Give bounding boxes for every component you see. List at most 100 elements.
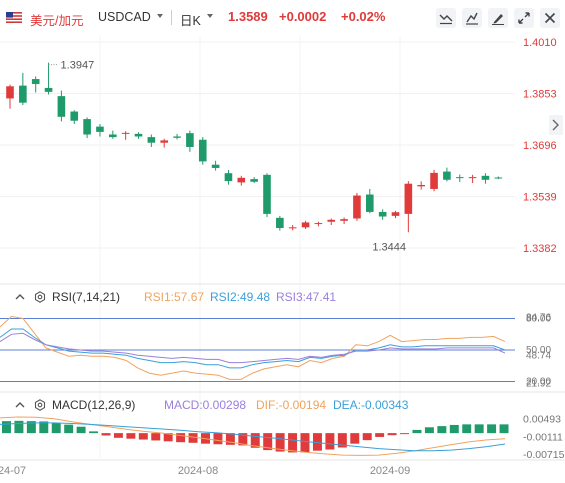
time-axis: 24-07 2024-08 2024-09 [0, 465, 410, 477]
rsi-tick-label: 84.76 [526, 313, 551, 324]
candle-body [57, 96, 66, 117]
candle-body [186, 133, 194, 147]
macd-histogram-bar [474, 424, 484, 434]
macd-histogram-bar [325, 433, 335, 450]
collapse-icon[interactable] [14, 399, 26, 411]
rsi-panel: 80.0084.7650.0048.7420.0021.92 [0, 313, 551, 389]
scroll-right-button[interactable] [549, 115, 563, 135]
rsi-tick-label: 48.74 [526, 350, 551, 361]
price-axis: 1.4010 1.3853 1.3696 1.3539 1.3382 [523, 37, 557, 255]
candle-body [301, 222, 310, 228]
macd-histogram-bar [14, 420, 24, 434]
candle-body [19, 85, 27, 103]
low-label: 1.3444 [372, 241, 406, 253]
candle-body [198, 139, 207, 162]
rsi3-value: RSI3:47.41 [276, 290, 337, 304]
high-label: 1.3947 [61, 60, 95, 72]
candle-body [327, 219, 336, 222]
macd-histogram-bar [138, 433, 148, 440]
macd-histogram-bar [101, 433, 111, 436]
macd-histogram-bar [213, 433, 223, 445]
price-annotations: 1.3947 1.3444 [48, 60, 406, 253]
candle-body [83, 119, 91, 135]
macd-tick-label: 0.00493 [523, 414, 561, 426]
macd-histogram-bar [424, 427, 434, 434]
candle-body [109, 134, 117, 138]
macd-histogram-bar [64, 424, 74, 434]
macd-histogram-bar [151, 433, 161, 441]
macd-histogram-bar [362, 433, 372, 441]
rsi2-value: RSI2:49.48 [210, 290, 271, 304]
macd-histogram-bar [437, 426, 447, 434]
candle-body [366, 194, 374, 212]
candle-body [276, 217, 284, 228]
candle-body [468, 177, 477, 179]
candle-body [494, 177, 503, 179]
macd-histogram-bar [487, 424, 497, 434]
candle-body [160, 140, 168, 143]
price-tick-label: 1.4010 [523, 37, 557, 49]
rsi-tick-label: 21.92 [526, 378, 551, 389]
candle-body [430, 172, 438, 189]
price-tick-label: 1.3696 [523, 140, 557, 152]
candle-body [353, 195, 361, 219]
candle-body [224, 173, 233, 182]
settings-icon[interactable] [34, 399, 46, 411]
macd-histogram-bar [76, 426, 86, 434]
price-tick-label: 1.3539 [523, 192, 557, 204]
macd-histogram-bar [288, 433, 298, 453]
candle-body [70, 111, 79, 121]
candlestick-series [6, 62, 503, 233]
candle-body [237, 177, 246, 183]
time-tick-label: 24-07 [0, 465, 26, 477]
macd-histogram-bar [350, 433, 360, 444]
macd-histogram-bar [300, 433, 310, 453]
candle-body [288, 227, 297, 229]
candle-body [211, 164, 220, 168]
macd-histogram-bar [412, 429, 422, 434]
macd-histogram-bar [499, 424, 509, 434]
macd-histogram-bar [126, 433, 136, 439]
macd-tick-label: -0.00715 [523, 449, 565, 461]
macd-histogram-bar [113, 433, 123, 438]
macd-histogram-bar [375, 433, 385, 437]
candle-body [340, 219, 348, 221]
time-tick-label: 2024-08 [178, 465, 218, 477]
candle-body [443, 171, 451, 180]
candle-body [134, 133, 143, 137]
macd-histogram-bar [2, 421, 11, 434]
macd-histogram-bar [89, 431, 99, 434]
dif-value: DIF:-0.00194 [256, 398, 327, 412]
macd-histogram-bar [400, 433, 410, 435]
candle-body [417, 185, 425, 187]
rsi-title: RSI(7,14,21) [52, 290, 121, 304]
time-tick-label: 2024-09 [370, 465, 410, 477]
candle-body [6, 86, 14, 99]
candle-body [121, 132, 130, 134]
settings-icon[interactable] [34, 291, 46, 303]
macd-histogram-bar [387, 433, 397, 436]
collapse-icon[interactable] [14, 291, 26, 303]
rsi-series-line [0, 315, 506, 380]
candle-body [404, 183, 413, 214]
candle-body [147, 137, 156, 143]
dea-value: DEA:-0.00343 [333, 398, 409, 412]
candle-body [96, 126, 104, 132]
macd-histogram-bar [449, 424, 459, 434]
price-tick-label: 1.3382 [523, 243, 557, 255]
rsi1-value: RSI1:57.67 [144, 290, 205, 304]
macd-title: MACD(12,26,9) [52, 398, 136, 412]
macd-histogram-bar [176, 433, 186, 443]
macd-value: MACD:0.00298 [164, 398, 247, 412]
candle-body [314, 223, 323, 225]
macd-tick-label: -0.00111 [523, 431, 563, 443]
candle-body [391, 212, 400, 216]
candle-body [31, 79, 40, 84]
macd-panel: 0.00493 -0.00111 -0.00715 [0, 414, 565, 461]
candle-body [481, 175, 490, 180]
price-tick-label: 1.3853 [523, 89, 557, 101]
candle-body [44, 87, 53, 92]
rsi-series-line [0, 332, 506, 364]
candle-body [263, 174, 271, 214]
candle-body [378, 211, 387, 217]
